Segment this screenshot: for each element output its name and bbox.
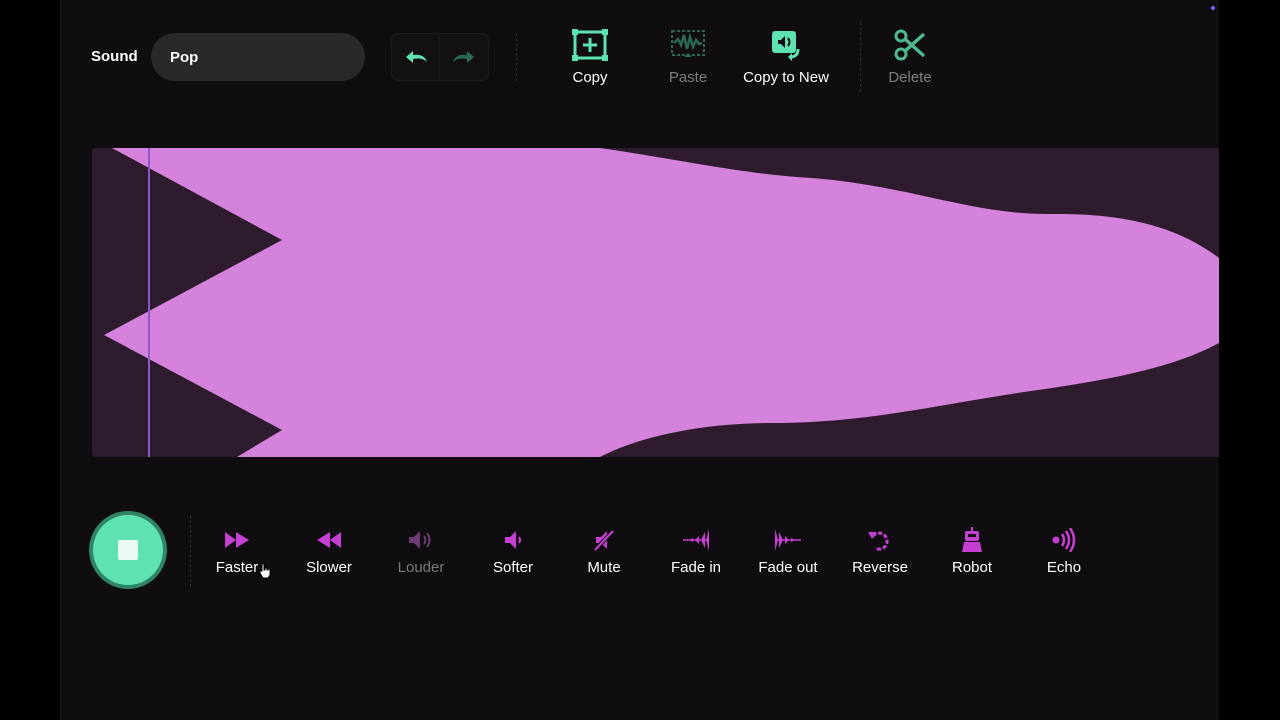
- fast-forward-icon: [225, 532, 249, 548]
- effect-slower-button[interactable]: Slower: [283, 527, 375, 579]
- delete-label: Delete: [888, 69, 932, 86]
- effect-robot-button[interactable]: Robot: [926, 527, 1018, 579]
- fade-in-icon: [683, 529, 709, 551]
- undo-button[interactable]: [391, 33, 440, 81]
- hand-cursor-icon: [259, 563, 271, 579]
- copy-to-new-button[interactable]: Copy to New: [731, 28, 841, 90]
- effect-mute-button[interactable]: Mute: [558, 527, 650, 579]
- effect-slower-label: Slower: [306, 559, 352, 576]
- sound-name-input[interactable]: [151, 33, 365, 81]
- effect-louder-label: Louder: [397, 559, 445, 576]
- scissors-icon: [894, 29, 926, 61]
- effect-fade-in-button[interactable]: Fade in: [650, 527, 742, 579]
- copy-to-new-label: Copy to New: [743, 69, 829, 86]
- effect-softer-button[interactable]: Softer: [467, 527, 559, 579]
- paste-icon: [671, 30, 705, 57]
- copy-label: Copy: [572, 69, 608, 86]
- reverse-icon: [868, 531, 889, 551]
- rewind-icon: [317, 532, 341, 548]
- history-controls: [391, 33, 489, 81]
- paste-label: Paste: [668, 69, 708, 86]
- waveform-panel[interactable]: [92, 148, 1219, 457]
- redo-icon: [453, 51, 474, 63]
- effect-mute-label: Mute: [587, 559, 621, 576]
- effect-softer-label: Softer: [492, 559, 534, 576]
- effect-reverse-button[interactable]: Reverse: [834, 527, 926, 579]
- stop-button[interactable]: [93, 515, 163, 585]
- playhead[interactable]: [148, 148, 150, 457]
- effect-reverse-label: Reverse: [852, 559, 908, 576]
- echo-icon: [1052, 528, 1076, 552]
- copy-icon: [572, 29, 608, 61]
- status-dot: [1211, 6, 1215, 10]
- effect-faster-label: Faster: [215, 559, 259, 576]
- effect-fade-in-label: Fade in: [670, 559, 722, 576]
- effect-echo-label: Echo: [1046, 559, 1082, 576]
- copy-to-new-icon: [772, 31, 800, 61]
- toolbar-divider: [516, 33, 517, 81]
- effect-louder-button[interactable]: Louder: [375, 527, 467, 579]
- paste-button[interactable]: Paste: [633, 28, 743, 90]
- mute-icon: [593, 529, 615, 551]
- delete-button[interactable]: Delete: [855, 28, 965, 90]
- redo-button[interactable]: [440, 33, 489, 81]
- copy-button[interactable]: Copy: [535, 28, 645, 90]
- volume-up-icon: [409, 531, 431, 549]
- effect-echo-button[interactable]: Echo: [1018, 527, 1110, 579]
- fade-out-icon: [775, 529, 801, 551]
- volume-down-icon: [505, 531, 521, 549]
- stop-icon: [118, 540, 138, 560]
- effect-robot-label: Robot: [951, 559, 993, 576]
- undo-icon: [405, 51, 427, 63]
- sound-name-label: Sound: [91, 48, 138, 65]
- waveform: [104, 148, 1219, 457]
- effect-fade-out-button[interactable]: Fade out: [742, 527, 834, 579]
- robot-icon: [962, 527, 982, 552]
- effect-fade-out-label: Fade out: [758, 559, 818, 576]
